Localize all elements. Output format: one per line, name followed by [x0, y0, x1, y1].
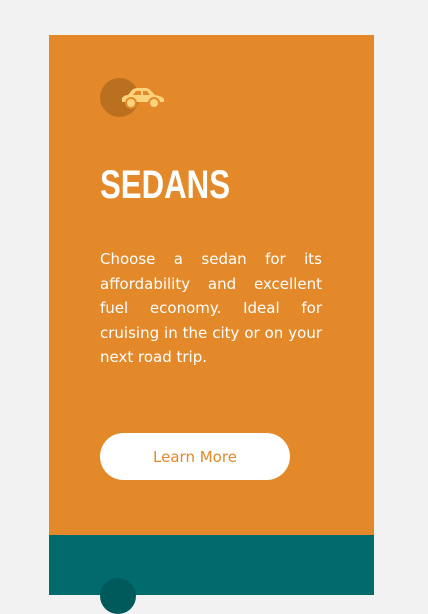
next-card	[49, 535, 374, 614]
next-card-icon-circle	[100, 578, 136, 614]
card-description: Choose a sedan for its affordability and…	[100, 250, 322, 366]
card-title: SEDANS	[100, 163, 231, 207]
sedans-card: SEDANS Choose a sedan for its affordabil…	[49, 35, 374, 535]
learn-more-button[interactable]: Learn More	[100, 433, 290, 480]
car-icon	[100, 78, 170, 118]
car-icon-glyph	[122, 88, 164, 109]
